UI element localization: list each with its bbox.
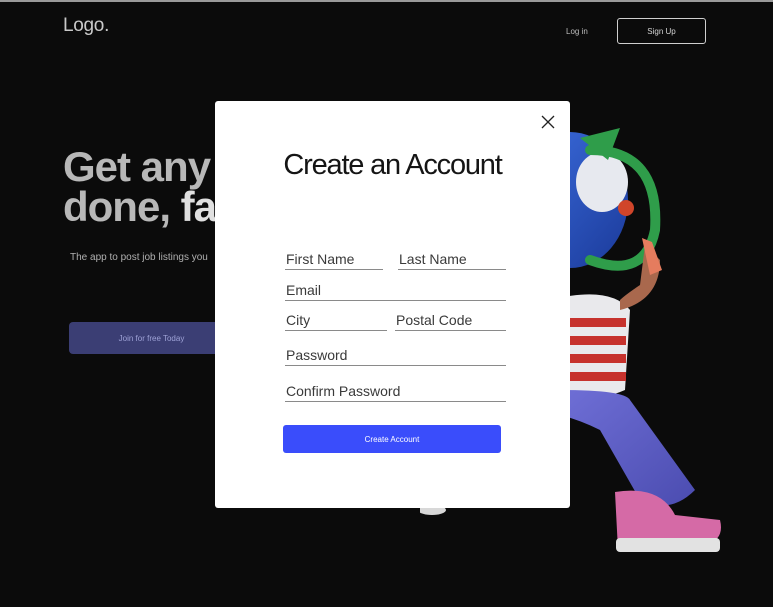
window-top-border [0, 0, 773, 2]
hero-subtitle: The app to post job listings you [70, 252, 208, 263]
close-icon[interactable] [539, 113, 557, 131]
first-name-field[interactable] [285, 250, 383, 270]
last-name-field[interactable] [398, 250, 506, 270]
create-account-button[interactable]: Create Account [283, 425, 501, 453]
hero-heading-line-2-bold: fa [180, 183, 217, 230]
signup-button[interactable]: Sign Up [617, 18, 706, 44]
modal-title: Create an Account [283, 149, 502, 181]
login-link[interactable]: Log in [566, 27, 588, 36]
hero-heading: Get any done, fa [63, 143, 217, 228]
postal-code-field[interactable] [395, 311, 506, 331]
signup-modal: Create an Account Create Account [215, 101, 570, 508]
password-field[interactable] [285, 346, 506, 366]
confirm-password-field[interactable] [285, 382, 506, 402]
hero-heading-line-1: Get any [63, 143, 211, 190]
hero-heading-line-2-start: done, [63, 183, 181, 230]
hero-heading-line-2: done, fa [63, 186, 217, 228]
city-field[interactable] [285, 311, 387, 331]
email-field[interactable] [285, 281, 506, 301]
join-free-button[interactable]: Join for free Today [69, 322, 234, 354]
logo[interactable]: Logo. [63, 15, 109, 37]
